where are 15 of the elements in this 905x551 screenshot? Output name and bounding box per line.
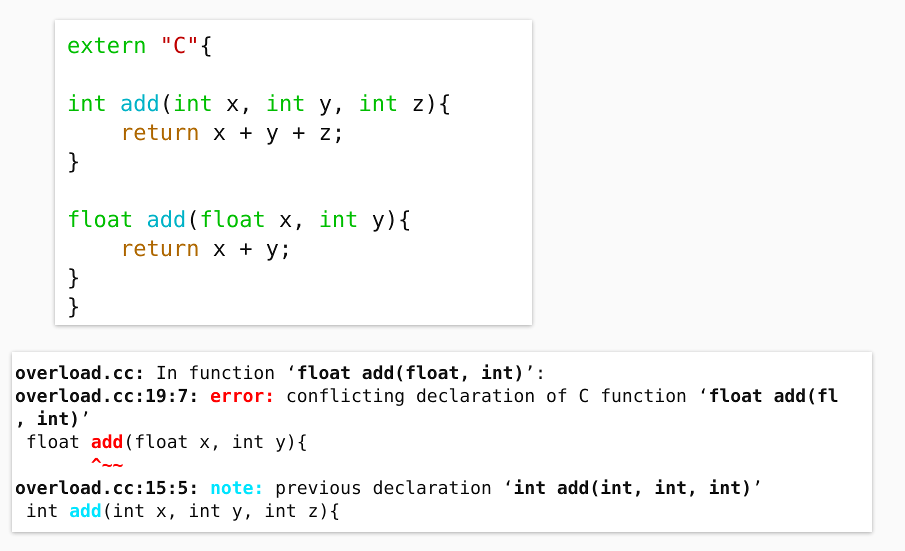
terminal-line: overload.cc:15:5: note: previous declaration ‘int add(int, int, int)’ — [15, 477, 763, 500]
code-line: return x + y + z; — [118, 120, 346, 148]
terminal-line: float add(float x, int y){ — [24, 431, 308, 454]
terminal-line: overload.cc: In function ‘float add(float, int)’: — [15, 362, 546, 385]
code-line: float add(float x, int y){ — [67, 207, 412, 235]
code-line: int add(int x, int y, int z){ — [67, 91, 452, 119]
code-line: } — [67, 265, 80, 293]
code-line: return x + y; — [118, 236, 292, 264]
terminal-line: , int)’ — [15, 408, 91, 431]
terminal-line: overload.cc:19:7: error: conflicting declaration of C function ‘float add(fl — [15, 385, 839, 408]
terminal-line: int add(int x, int y, int z){ — [24, 500, 340, 523]
code-line: } — [67, 294, 80, 322]
terminal-line: ^~~ — [90, 454, 124, 477]
code-line: extern "C"{ — [67, 33, 213, 61]
code-line: } — [67, 149, 80, 177]
